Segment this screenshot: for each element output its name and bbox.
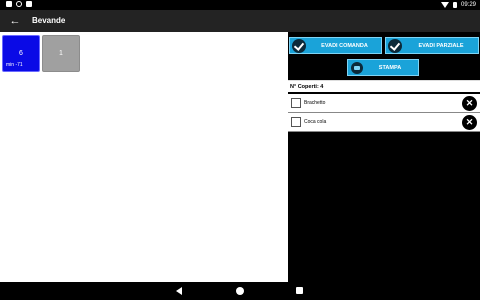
status-right: 09:29 (440, 1, 476, 9)
stampa-comanda-button[interactable]: STAMPA COMANDA (347, 59, 419, 87)
order-items-list: Brachetto ✕ Coca cola ✕ (288, 94, 480, 132)
arrow-left-icon[interactable]: ← (8, 13, 22, 29)
evadi-parziale-label: EVADI PARZIALE (418, 43, 464, 49)
delete-icon[interactable]: ✕ (462, 115, 477, 130)
wifi-icon (440, 2, 449, 8)
item-label: Coca cola (304, 119, 327, 125)
evadi-parziale-button[interactable]: EVADI PARZIALE (385, 37, 479, 54)
item-label: Brachetto (304, 100, 326, 106)
check-circle-icon (388, 39, 402, 53)
nav-back-icon[interactable] (176, 287, 182, 295)
page-title: Bevande (32, 16, 66, 25)
order-panel: EVADI COMANDA EVADI PARZIALE STAMPA COMA… (288, 32, 480, 282)
navigation-bar (0, 282, 480, 300)
item-checkbox[interactable] (291, 117, 301, 127)
evadi-comanda-button[interactable]: EVADI COMANDA (289, 37, 382, 54)
table-subtitle: min -71 (6, 62, 23, 68)
status-left (6, 1, 32, 7)
status-bar: 09:29 (0, 0, 480, 10)
tables-panel: 6 min -71 1 (0, 32, 288, 282)
table-number: 1 (59, 50, 63, 57)
delete-icon[interactable]: ✕ (462, 96, 477, 111)
table-tile-6[interactable]: 6 min -71 (2, 35, 40, 72)
notification-icon (6, 1, 12, 7)
item-checkbox[interactable] (291, 98, 301, 108)
nav-recent-icon[interactable] (296, 287, 303, 294)
printer-icon (351, 62, 363, 74)
list-item: Coca cola ✕ (288, 113, 480, 132)
nav-home-icon[interactable] (236, 287, 244, 295)
evadi-comanda-label: EVADI COMANDA (321, 43, 368, 49)
battery-icon (452, 2, 457, 8)
list-item: Brachetto ✕ (288, 94, 480, 113)
check-circle-icon (292, 39, 306, 53)
table-tile-1[interactable]: 1 (42, 35, 80, 72)
screen: 09:29 ← Bevande 6 min -71 1 EVADI COMAND… (0, 0, 480, 300)
app-bar: ← Bevande (0, 10, 480, 32)
table-number: 6 (19, 50, 23, 57)
status-time: 09:29 (460, 2, 476, 8)
image-icon (26, 1, 32, 7)
coperti-count: N° Coperti: 4 (288, 80, 480, 92)
sync-icon (16, 1, 22, 7)
